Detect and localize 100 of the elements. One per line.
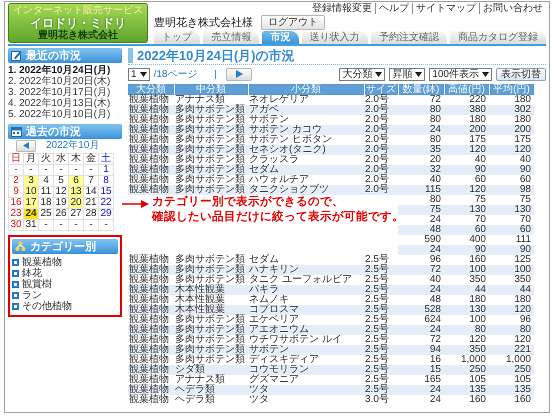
sort-select[interactable]: 大分類 — [339, 68, 386, 80]
page-select[interactable]: 1 — [128, 68, 150, 80]
header-link[interactable]: サイトマップ — [412, 3, 479, 14]
calendar-day[interactable]: 4 — [38, 176, 54, 186]
table-cell: 75 — [444, 195, 489, 205]
market-date-link[interactable]: 3. 2022年10月17日(月) — [8, 87, 122, 98]
table-cell: 多肉サボテン類 — [174, 275, 248, 285]
arrow — [122, 198, 149, 210]
table-cell: アナナス類 — [174, 95, 248, 105]
market-date-link[interactable]: 1. 2022年10月24日(月) — [8, 65, 122, 76]
table-cell: 130 — [489, 205, 534, 215]
calendar-day[interactable]: - — [98, 220, 114, 230]
table-cell: 1,000 — [489, 355, 534, 365]
logo-background[interactable]: インターネット販売サービス イロドリ・ミドリ 豊明花き株式会社 — [8, 3, 148, 43]
nav-tab[interactable]: 商品カタログ登録 — [450, 31, 546, 44]
calendar-day[interactable]: 31 — [24, 220, 38, 230]
calendar-month: 2022年10月 — [46, 140, 100, 151]
nav-tab[interactable]: 予約注文確認 — [370, 31, 447, 44]
category-link[interactable]: 鉢花 — [22, 268, 42, 279]
header-link[interactable]: 登録情報変更 — [309, 3, 375, 14]
table-cell: 2.0号 — [364, 185, 398, 195]
table-cell: 120 — [444, 185, 489, 195]
table-cell: ヘデラ類 — [174, 395, 248, 405]
nav-tab[interactable]: 売立情報 — [203, 31, 260, 44]
table-cell: 125 — [489, 255, 534, 265]
table-cell: 96 — [398, 255, 444, 265]
calendar-day[interactable]: - — [54, 164, 68, 176]
table-cell: 観葉植物 — [128, 255, 174, 265]
category-link[interactable]: 観葉植物 — [22, 257, 62, 268]
table-cell: 200 — [489, 125, 534, 135]
nav-tab[interactable]: トップ — [154, 31, 200, 44]
header-link[interactable]: ヘルプ — [375, 3, 412, 14]
sort-select[interactable]: 100件表示 — [429, 68, 492, 80]
calendar-day[interactable]: 11 — [38, 186, 54, 198]
table-cell: 2.0号 — [364, 115, 398, 125]
calendar-day[interactable]: - — [38, 164, 54, 176]
calendar-day[interactable]: 28 — [84, 208, 98, 220]
table-cell: 24 — [398, 325, 444, 335]
calendar-day[interactable]: 7 — [84, 176, 98, 186]
next-page-button[interactable] — [226, 68, 252, 80]
header-link[interactable]: お問い合わせ — [479, 3, 546, 14]
calendar-day[interactable]: 18 — [38, 198, 54, 208]
caret-icon — [375, 72, 382, 76]
market-date-link[interactable]: 5. 2022年10月10日(月) — [8, 109, 122, 120]
calendar-day[interactable]: - — [84, 164, 98, 176]
market-date-link[interactable]: 2. 2022年10月20日(木) — [8, 76, 122, 87]
table-cell: 590 — [398, 235, 444, 245]
sort-select[interactable]: 昇順 — [389, 68, 426, 80]
table-cell: 2.5号 — [364, 315, 398, 325]
nav-tab[interactable]: 送り状入力 — [302, 31, 368, 44]
table-cell: 観葉植物 — [128, 265, 174, 275]
calendar-day[interactable]: - — [38, 220, 54, 230]
weekday-label: 火 — [38, 154, 54, 164]
table-cell: 観葉植物 — [128, 295, 174, 305]
calendar-day[interactable]: - — [84, 220, 98, 230]
market-date-link[interactable]: 4. 2022年10月13日(木) — [8, 98, 122, 109]
table-cell: 80 — [398, 115, 444, 125]
calendar-day[interactable]: 1 — [98, 164, 114, 176]
panel-title: 過去の市況 — [26, 126, 81, 138]
calendar-day[interactable]: 26 — [54, 208, 68, 220]
calendar-day[interactable]: - — [8, 164, 24, 176]
logout-button[interactable]: ログアウト — [261, 15, 325, 30]
table-cell: 観葉植物 — [128, 275, 174, 285]
calendar-day[interactable]: 25 — [38, 208, 54, 220]
table-cell: 40 — [489, 155, 534, 165]
calendar-day[interactable]: 8 — [98, 176, 114, 186]
table-cell: 120 — [444, 145, 489, 155]
table-cell: 20 — [398, 155, 444, 165]
table-cell: 350 — [444, 275, 489, 285]
page-count-link[interactable]: /18ページ — [154, 68, 198, 80]
table-cell: 2.0号 — [364, 95, 398, 105]
calendar-day[interactable]: 15 — [98, 186, 114, 198]
table-cell: コプロスマ — [248, 305, 364, 315]
calendar-day[interactable]: 22 — [98, 198, 114, 208]
calendar-day[interactable]: - — [54, 220, 68, 230]
switch-display-button[interactable]: 表示切替 — [496, 68, 546, 80]
calendar-day[interactable]: 29 — [98, 208, 114, 220]
calendar-day[interactable]: 27 — [68, 208, 84, 220]
table-cell: 多肉サボテン類 — [174, 105, 248, 115]
calendar-day[interactable]: 30 — [8, 220, 24, 230]
table-cell: 160 — [444, 395, 489, 405]
table-cell: 160 — [444, 255, 489, 265]
category-link[interactable]: その他植物 — [22, 301, 72, 312]
table-cell: 350 — [444, 345, 489, 355]
table-cell: サボテン カコウ — [248, 125, 364, 135]
table-cell: ツタ — [248, 395, 364, 405]
table-cell: タニク ユーフォルビア — [248, 275, 364, 285]
previous-month-button[interactable] — [16, 140, 36, 152]
category-link[interactable]: ラン — [22, 290, 42, 301]
column-header: 小分類 — [248, 84, 364, 95]
table-cell: 48 — [398, 225, 444, 235]
calendar-day[interactable]: - — [68, 220, 84, 230]
table-cell: 多肉サボテン類 — [174, 255, 248, 265]
table-cell: 75 — [489, 195, 534, 205]
table-cell: 624 — [398, 315, 444, 325]
calendar-day[interactable]: 14 — [84, 186, 98, 198]
table-cell: 24 — [398, 395, 444, 405]
table-cell: 観葉植物 — [128, 135, 174, 145]
category-link[interactable]: 観賞樹 — [22, 279, 52, 290]
calendar-day[interactable]: 21 — [84, 198, 98, 208]
